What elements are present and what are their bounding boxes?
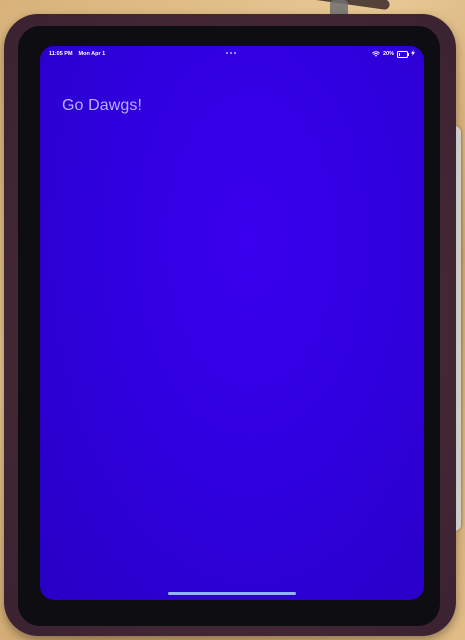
wifi-icon (372, 51, 380, 57)
dot (230, 52, 232, 54)
charging-bolt-icon (411, 50, 415, 58)
battery-nub (408, 52, 409, 56)
dot (234, 52, 236, 54)
home-indicator[interactable] (168, 592, 296, 595)
status-bar: 11:05 PM Mon Apr 1 20% (40, 46, 424, 60)
greeting-text: Go Dawgs! (62, 97, 143, 114)
tablet-screen: 11:05 PM Mon Apr 1 20% Go Dawgs! (40, 46, 424, 600)
battery-fill (399, 52, 401, 56)
dot (226, 52, 228, 54)
status-right: 20% (372, 50, 415, 58)
battery-icon (397, 50, 409, 58)
multitasking-dots-icon[interactable] (226, 52, 236, 54)
status-date: Mon Apr 1 (78, 51, 106, 57)
status-left: 11:05 PM Mon Apr 1 (49, 51, 105, 57)
status-time: 11:05 PM (49, 51, 73, 57)
battery-percentage: 20% (382, 51, 394, 57)
